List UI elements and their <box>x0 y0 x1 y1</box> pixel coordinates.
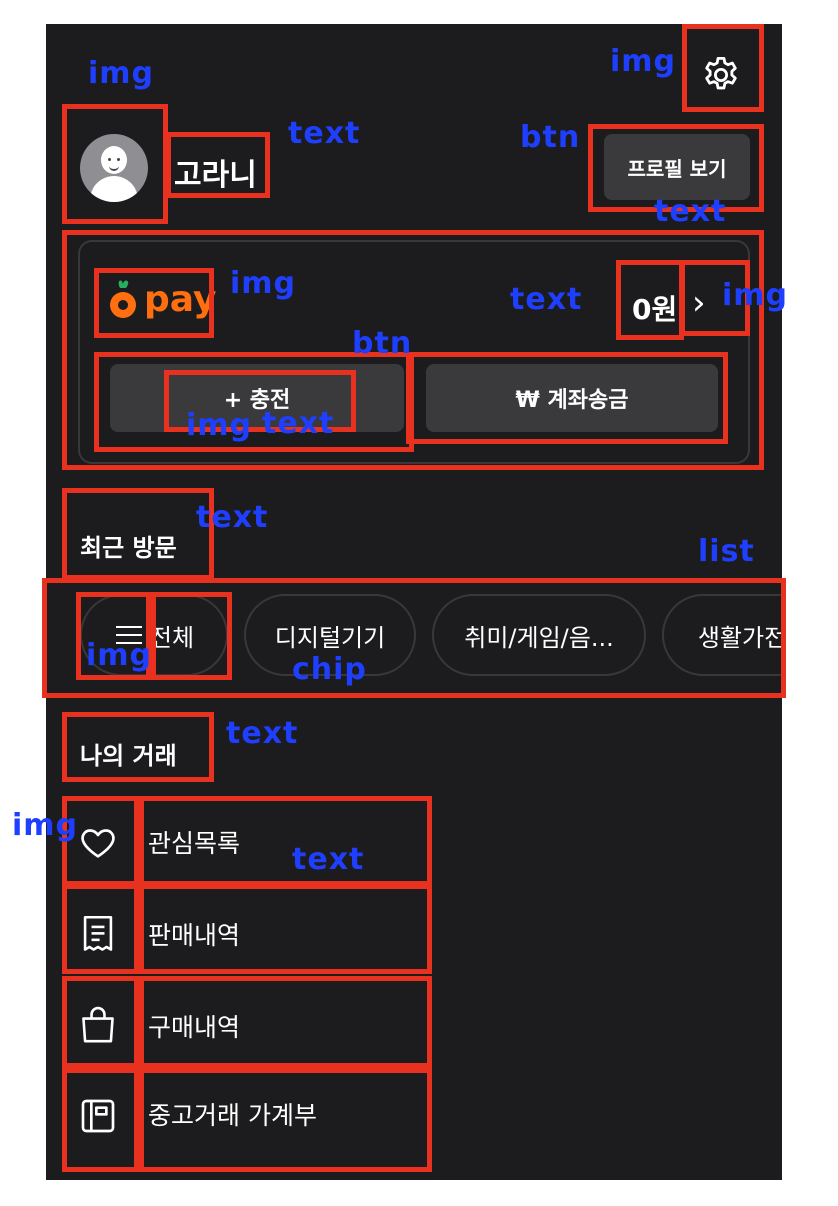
annotation-label: text <box>654 194 727 229</box>
annotation-box <box>146 592 232 680</box>
annotation-box <box>166 132 270 198</box>
annotation-label: img <box>12 808 79 843</box>
annotation-box <box>62 488 214 580</box>
annotation-label: btn <box>520 120 581 155</box>
annotation-label: img <box>186 408 253 443</box>
annotation-label: btn <box>352 326 413 361</box>
annotation-box <box>616 260 684 340</box>
annotation-box <box>406 352 728 444</box>
annotation-label: img <box>86 638 153 673</box>
annotation-label: chip <box>292 652 367 687</box>
annotation-label: img <box>722 278 789 313</box>
annotation-box <box>134 884 432 974</box>
annotation-label: text <box>288 116 361 151</box>
annotation-box <box>62 884 144 974</box>
annotation-label: text <box>292 842 365 877</box>
annotation-box <box>62 104 168 224</box>
annotation-label: img <box>230 266 297 301</box>
annotation-box <box>62 976 144 1068</box>
annotation-label: text <box>226 716 299 751</box>
annotation-label: img <box>610 44 677 79</box>
annotation-box <box>682 24 764 112</box>
annotation-label: list <box>698 534 755 569</box>
annotation-box <box>134 1068 432 1172</box>
annotation-box <box>134 976 432 1068</box>
annotation-label: text <box>196 500 269 535</box>
annotation-box <box>94 268 214 338</box>
annotation-box <box>62 712 214 782</box>
annotation-label: text <box>262 406 335 441</box>
annotation-label: text <box>510 282 583 317</box>
annotation-label: img <box>88 56 155 91</box>
annotation-box <box>134 796 432 886</box>
annotation-box <box>62 1068 144 1172</box>
